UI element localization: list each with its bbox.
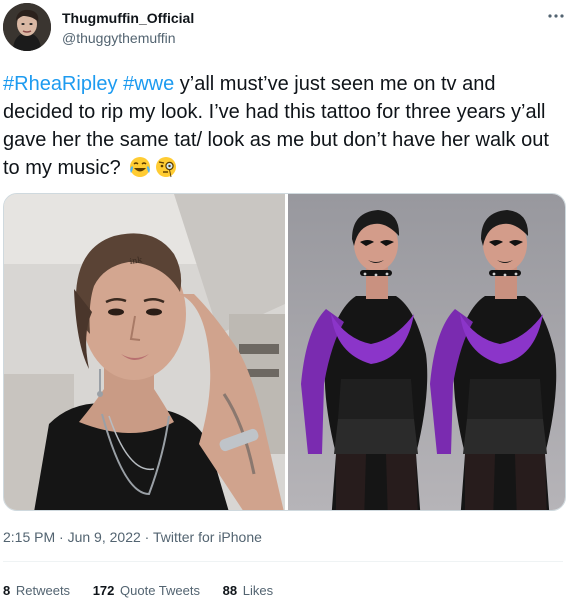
retweets-count: 8 [3, 583, 11, 598]
wrestler-photo[interactable] [288, 194, 565, 510]
selfie-photo[interactable]: ink [4, 194, 285, 510]
tweet-text: #RheaRipley #wwe y’all must’ve just seen… [3, 70, 563, 182]
more-dots-icon[interactable] [546, 6, 566, 26]
hashtag-link[interactable]: #RheaRipley [3, 73, 118, 95]
separator-dot: · [144, 529, 150, 545]
avatar[interactable] [3, 3, 51, 51]
svg-text:ink: ink [129, 255, 143, 266]
divider [3, 561, 563, 562]
likes-stat[interactable]: 88 Likes [223, 583, 273, 598]
tweet-date: Jun 9, 2022 [67, 529, 141, 545]
retweets-label: Retweets [15, 583, 71, 598]
retweets-stat[interactable]: 8 Retweets [3, 583, 70, 598]
user-handle[interactable]: @thuggythemuffin [62, 30, 176, 46]
likes-label: Likes [242, 583, 274, 598]
tweet-timestamp[interactable]: 2:15 PM · Jun 9, 2022 · Twitter for iPho… [3, 529, 262, 545]
likes-count: 88 [222, 583, 238, 598]
tweet-media: ink [3, 193, 566, 511]
tweet-time: 2:15 PM [3, 529, 56, 545]
tweet-source[interactable]: Twitter for iPhone [153, 529, 262, 545]
tears-of-joy-emoji-icon [128, 155, 152, 179]
separator-dot: · [59, 529, 64, 545]
display-name[interactable]: Thugmuffin_Official [62, 10, 194, 26]
engagement-stats: 8 Retweets 172 Quote Tweets 88 Likes [3, 583, 292, 598]
quote-tweets-count: 172 [92, 583, 115, 598]
monocle-emoji-icon [154, 155, 178, 179]
quote-tweets-stat[interactable]: 172 Quote Tweets [93, 583, 200, 598]
hashtag-link[interactable]: #wwe [123, 73, 174, 95]
tweet-header: Thugmuffin_Official @thuggythemuffin [0, 0, 566, 64]
quote-tweets-label: Quote Tweets [120, 583, 200, 598]
